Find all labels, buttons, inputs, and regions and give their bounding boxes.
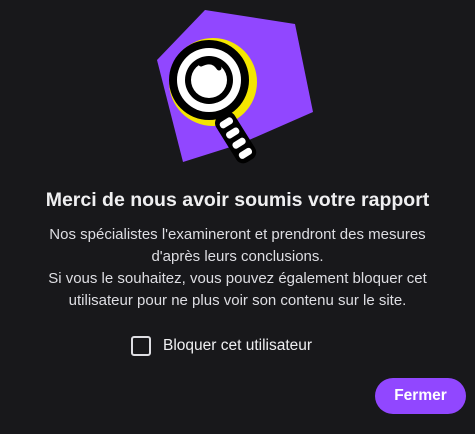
report-confirmation-dialog: Merci de nous avoir soumis votre rapport…	[0, 0, 475, 434]
dialog-message: Nos spécialistes l'examineront et prendr…	[0, 224, 475, 312]
dialog-title: Merci de nous avoir soumis votre rapport	[45, 189, 430, 211]
message-line: d'après leurs conclusions.	[151, 248, 324, 265]
close-button[interactable]: Fermer	[375, 378, 466, 414]
message-line: Nos spécialistes l'examineront et prendr…	[49, 226, 426, 243]
block-user-checkbox[interactable]	[131, 336, 151, 356]
block-user-option[interactable]: Bloquer cet utilisateur	[131, 335, 312, 357]
message-line: Si vous le souhaitez, vous pouvez égalem…	[48, 270, 427, 287]
block-user-label[interactable]: Bloquer cet utilisateur	[163, 337, 312, 355]
magnifying-glass-icon	[157, 10, 313, 164]
message-line: utilisateur pour ne plus voir son conten…	[68, 292, 407, 309]
